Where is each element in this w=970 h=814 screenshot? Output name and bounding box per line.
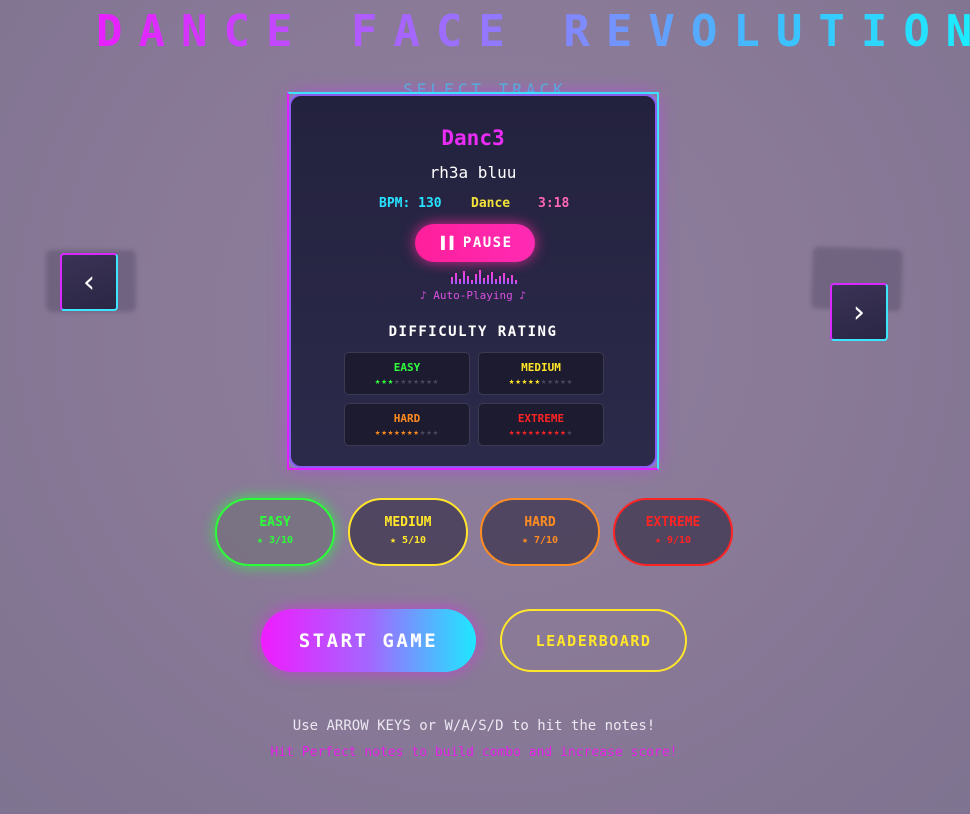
autoplay-status: ♪ Auto-Playing ♪ (420, 289, 526, 302)
difficulty-rating-extreme: EXTREME ★★★★★★★★★★ (478, 403, 604, 446)
difficulty-button-rating: ★ 9/10 (654, 535, 692, 546)
start-game-button[interactable]: START GAME (261, 609, 476, 672)
scoring-instruction: Hit Perfect notes to build combo and inc… (270, 745, 678, 760)
star-rating: ★★★★★★★★★★ (345, 377, 469, 387)
difficulty-rating-hard: HARD ★★★★★★★★★★ (344, 403, 470, 446)
difficulty-button-extreme[interactable]: EXTREME ★ 9/10 (613, 498, 733, 566)
controls-instruction: Use ARROW KEYS or W/A/S/D to hit the not… (292, 718, 656, 734)
chevron-right-icon: › (853, 294, 865, 330)
difficulty-name: EASY (393, 361, 421, 374)
difficulty-name: EXTREME (517, 412, 565, 425)
leaderboard-button[interactable]: LEADERBOARD (500, 609, 687, 672)
song-title: Danc3 (441, 126, 505, 150)
difficulty-button-hard[interactable]: HARD ★ 7/10 (480, 498, 600, 566)
difficulty-name: HARD (393, 412, 421, 425)
star-rating: ★★★★★★★★★★ (345, 428, 469, 438)
song-genre: Dance (471, 196, 511, 211)
difficulty-button-medium[interactable]: MEDIUM ★ 5/10 (348, 498, 468, 566)
difficulty-button-label: EASY (259, 515, 291, 530)
star-empty-icon: ★ (432, 377, 440, 387)
difficulty-rating-medium: MEDIUM ★★★★★★★★★★ (478, 352, 604, 395)
star-rating: ★★★★★★★★★★ (479, 377, 603, 387)
chevron-left-icon: ‹ (83, 264, 95, 300)
audio-visualizer (451, 268, 517, 284)
next-track-button[interactable]: › (830, 283, 888, 341)
game-title: DANCE FACE REVOLUTION (96, 6, 970, 57)
difficulty-button-label: EXTREME (645, 515, 701, 530)
song-artist: rh3a bluu (429, 163, 517, 182)
difficulty-rating-easy: EASY ★★★★★★★★★★ (344, 352, 470, 395)
difficulty-button-label: MEDIUM (384, 515, 432, 530)
pause-button[interactable]: ▐▐ PAUSE (415, 224, 535, 262)
difficulty-button-rating: ★ 3/10 (256, 535, 294, 546)
song-bpm: BPM: 130 (379, 196, 442, 211)
difficulty-button-rating: ★ 7/10 (521, 535, 559, 546)
track-card: Danc3 rh3a bluu BPM: 130 Dance 3:18 ▐▐ P… (289, 94, 657, 468)
difficulty-name: MEDIUM (521, 361, 561, 374)
star-empty-icon: ★ (566, 428, 574, 438)
prev-track-button[interactable]: ‹ (60, 253, 118, 311)
song-duration: 3:18 (538, 196, 570, 211)
difficulty-button-rating: ★ 5/10 (389, 535, 427, 546)
star-rating: ★★★★★★★★★★ (479, 428, 603, 438)
difficulty-button-label: HARD (524, 515, 556, 530)
star-empty-icon: ★ (432, 428, 440, 438)
star-empty-icon: ★ (566, 377, 574, 387)
pause-icon: ▐▐ (437, 236, 455, 250)
difficulty-rating-heading: DIFFICULTY RATING (388, 324, 558, 340)
difficulty-button-easy[interactable]: EASY ★ 3/10 (215, 498, 335, 566)
pause-label: PAUSE (462, 235, 513, 251)
